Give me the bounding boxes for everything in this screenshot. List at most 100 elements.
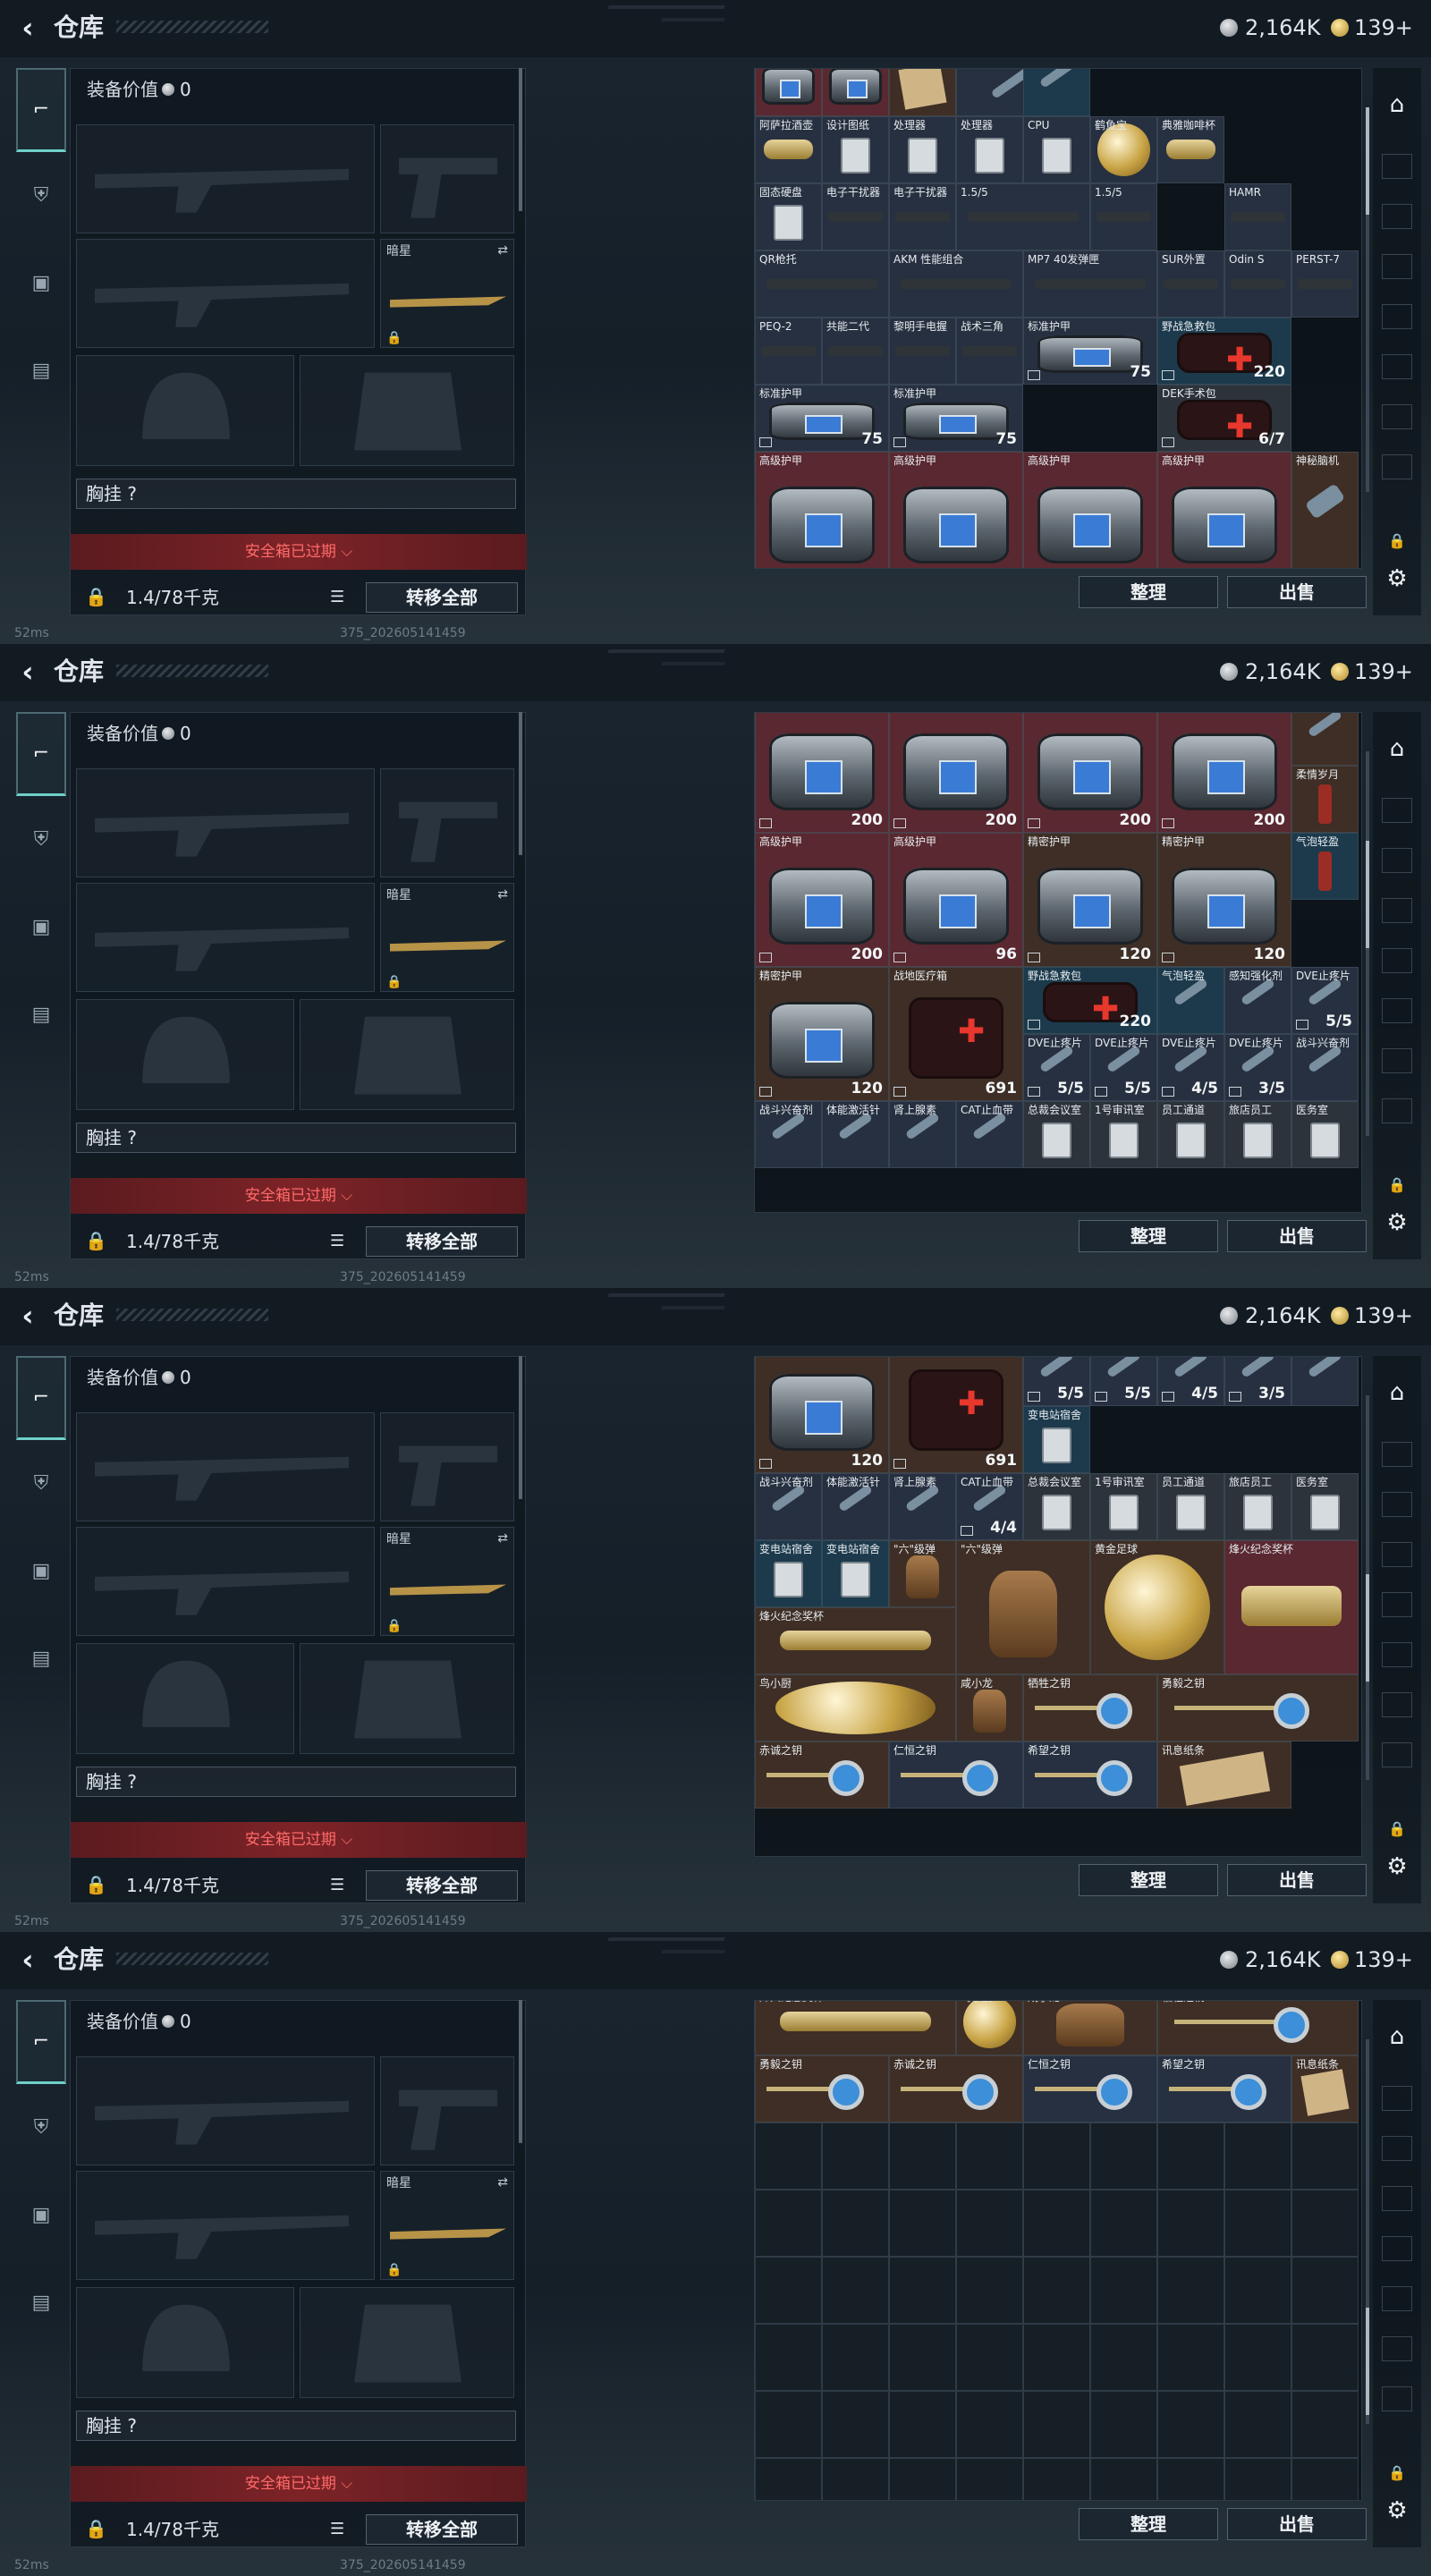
- scroll-thumb[interactable]: [1366, 841, 1369, 948]
- melee-slot[interactable]: 暗星 ⇄ 🔒: [380, 883, 514, 992]
- chest-rig-slot[interactable]: 胸挂 ?: [76, 479, 516, 509]
- item-cell[interactable]: "六"级弹: [956, 1540, 1090, 1674]
- empty-slot[interactable]: [889, 2324, 956, 2391]
- item-cell[interactable]: 咸小龙: [1023, 2001, 1157, 2055]
- item-cell[interactable]: DVE止疼片 5/5: [1090, 1034, 1157, 1101]
- empty-slot[interactable]: [1157, 2458, 1224, 2500]
- item-cell[interactable]: 感知强化剂: [1224, 967, 1291, 1034]
- safe-box-expired-banner[interactable]: 安全箱已过期 ⌵: [71, 1178, 527, 1214]
- item-cell[interactable]: 高级脑机端: [755, 69, 822, 116]
- empty-slot[interactable]: [1090, 2324, 1157, 2391]
- item-cell[interactable]: 变电站宿舍: [755, 1540, 822, 1607]
- item-cell[interactable]: DEK手术包 6/7: [1157, 385, 1291, 452]
- storage-tab[interactable]: [1382, 948, 1412, 973]
- transfer-all-button[interactable]: 转移全部: [366, 582, 518, 613]
- item-cell[interactable]: 气泡轻盈: [1157, 967, 1224, 1034]
- item-cell[interactable]: 高级护甲 200: [889, 713, 1023, 833]
- empty-slot[interactable]: [1291, 2190, 1359, 2257]
- secondary-weapon-slot[interactable]: [76, 1527, 375, 1636]
- item-cell[interactable]: 总裁会议室: [1023, 1473, 1090, 1540]
- item-cell[interactable]: QR枪托: [755, 250, 889, 318]
- item-cell[interactable]: 讯息纸条: [1157, 1741, 1291, 1809]
- item-cell[interactable]: 战地医疗箱 691: [889, 967, 1023, 1101]
- safe-box-expired-banner[interactable]: 安全箱已过期 ⌵: [71, 534, 527, 570]
- primary-weapon-slot[interactable]: [76, 2056, 375, 2165]
- secondary-weapon-slot[interactable]: [76, 883, 375, 992]
- tab-backpack[interactable]: ▤: [20, 2281, 63, 2324]
- item-cell[interactable]: DVE止疼片4/5: [1157, 1357, 1224, 1406]
- tab-weapons[interactable]: ⌐: [16, 712, 66, 796]
- pistol-slot[interactable]: [380, 768, 514, 877]
- item-cell[interactable]: 高级护甲 96: [889, 833, 1023, 967]
- body-armor-slot[interactable]: [300, 2287, 514, 2398]
- item-cell[interactable]: 设计图纸: [822, 116, 889, 183]
- item-cell[interactable]: 医务室: [1291, 1473, 1359, 1540]
- item-cell[interactable]: 战斗兴奋剂: [1291, 1357, 1359, 1406]
- pistol-slot[interactable]: [380, 1412, 514, 1521]
- item-cell[interactable]: 野战急救包 220: [1157, 318, 1291, 385]
- item-cell[interactable]: DVE止疼片3/5: [1224, 1034, 1291, 1101]
- item-cell[interactable]: 勇毅之钥: [1157, 1674, 1359, 1741]
- storage-tab[interactable]: [1382, 1048, 1412, 1073]
- item-cell[interactable]: 雷斯舞步: [1291, 713, 1359, 766]
- body-armor-slot[interactable]: [300, 999, 514, 1110]
- empty-slot[interactable]: [1023, 2458, 1090, 2500]
- storage-tab[interactable]: [1382, 798, 1412, 823]
- gear-icon[interactable]: ⚙: [1380, 1850, 1414, 1884]
- empty-slot[interactable]: [956, 2190, 1023, 2257]
- tab-armor[interactable]: ⛨: [20, 1462, 63, 1504]
- list-view-icon[interactable]: ☰: [330, 588, 344, 606]
- gold-balance[interactable]: 139+: [1354, 14, 1413, 41]
- item-cell[interactable]: 希望之钥: [1157, 2055, 1291, 2123]
- tab-armor[interactable]: ⛨: [20, 2106, 63, 2148]
- helmet-slot[interactable]: [76, 1643, 294, 1754]
- item-cell[interactable]: 气泡轻盈: [1291, 833, 1359, 900]
- item-cell[interactable]: 肾上腺素: [889, 1473, 956, 1540]
- storage-tab[interactable]: [1382, 1692, 1412, 1717]
- storage-tab[interactable]: [1382, 1542, 1412, 1567]
- melee-slot[interactable]: 暗星 ⇄ 🔒: [380, 1527, 514, 1636]
- item-cell[interactable]: 战斗兴奋剂: [755, 1473, 822, 1540]
- empty-slot[interactable]: [956, 2324, 1023, 2391]
- item-cell[interactable]: 高级脑机端: [822, 69, 889, 116]
- empty-slot[interactable]: [755, 2391, 822, 2458]
- tab-weapons[interactable]: ⌐: [16, 1356, 66, 1440]
- empty-slot[interactable]: [1090, 2123, 1157, 2190]
- storage-tab[interactable]: [1382, 404, 1412, 429]
- empty-slot[interactable]: [956, 2257, 1023, 2324]
- grid-scrollbar[interactable]: [1366, 751, 1369, 1136]
- scroll-thumb[interactable]: [1366, 1574, 1369, 1682]
- empty-slot[interactable]: [822, 2324, 889, 2391]
- panel-scrollbar[interactable]: [519, 1356, 522, 1499]
- item-cell[interactable]: Odin S: [1224, 250, 1291, 318]
- storage-tab[interactable]: [1382, 1642, 1412, 1667]
- list-view-icon[interactable]: ☰: [330, 1876, 344, 1894]
- back-icon[interactable]: ‹: [13, 1301, 43, 1331]
- helmet-slot[interactable]: [76, 355, 294, 466]
- warehouse-icon[interactable]: ⌂: [1380, 88, 1414, 122]
- empty-slot[interactable]: [1023, 2123, 1090, 2190]
- melee-slot[interactable]: 暗星 ⇄ 🔒: [380, 239, 514, 348]
- panel-scrollbar[interactable]: [519, 68, 522, 211]
- item-cell[interactable]: CPU: [1023, 116, 1090, 183]
- item-cell[interactable]: 高级护甲 200: [1157, 713, 1291, 833]
- panel-scrollbar[interactable]: [519, 2000, 522, 2143]
- item-cell[interactable]: 阿萨拉酒壶: [755, 116, 822, 183]
- item-cell[interactable]: 高级护甲: [755, 452, 889, 568]
- item-cell[interactable]: DVE止疼片3/5: [1224, 1357, 1291, 1406]
- empty-slot[interactable]: [1224, 2123, 1291, 2190]
- panel-scrollbar[interactable]: [519, 712, 522, 855]
- item-cell[interactable]: 电子干扰器: [889, 183, 956, 250]
- item-cell[interactable]: 高级护甲: [889, 452, 1023, 568]
- empty-slot[interactable]: [889, 2458, 956, 2500]
- storage-tab[interactable]: [1382, 2136, 1412, 2161]
- storage-tab[interactable]: [1382, 204, 1412, 229]
- warehouse-icon[interactable]: ⌂: [1380, 732, 1414, 766]
- back-icon[interactable]: ‹: [13, 13, 43, 43]
- empty-slot[interactable]: [1291, 2123, 1359, 2190]
- item-cell[interactable]: 战术三角: [956, 318, 1023, 385]
- empty-slot[interactable]: [822, 2257, 889, 2324]
- item-cell[interactable]: 体能激活针: [822, 1473, 889, 1540]
- storage-tab[interactable]: [1382, 354, 1412, 379]
- chest-rig-slot[interactable]: 胸挂 ?: [76, 1767, 516, 1797]
